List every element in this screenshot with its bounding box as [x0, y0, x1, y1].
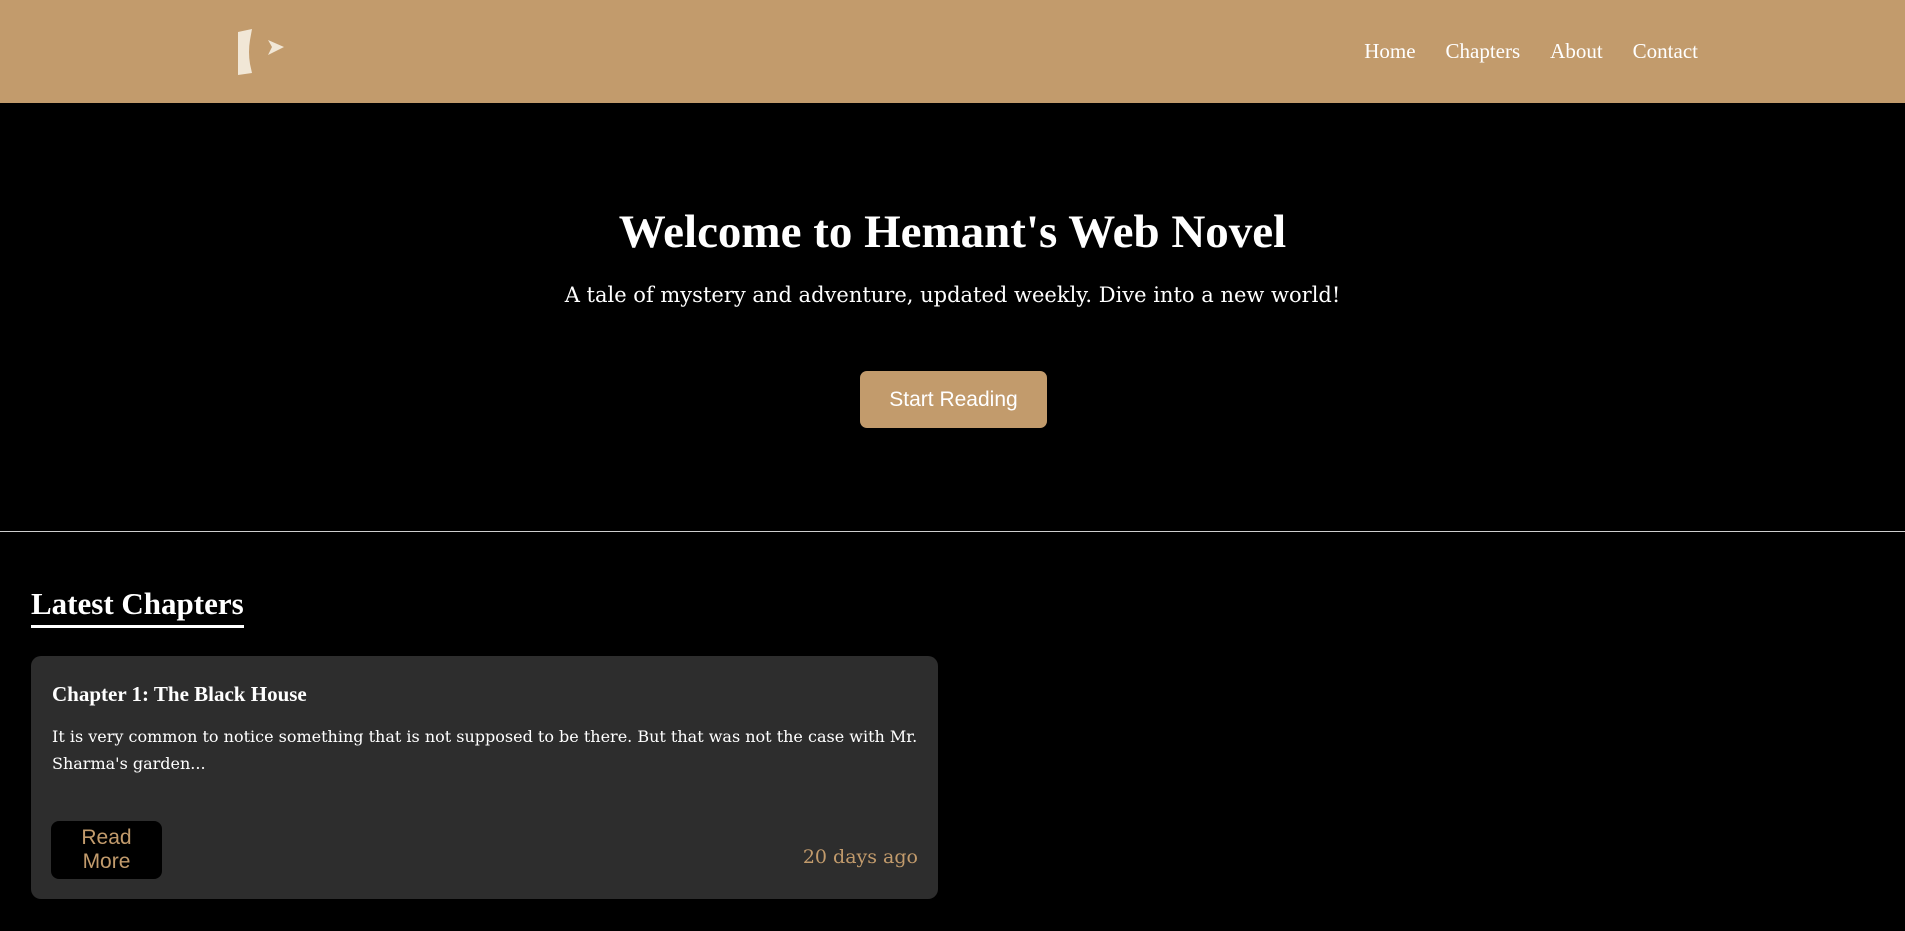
nav-link-home[interactable]: Home	[1364, 39, 1415, 64]
latest-chapters-heading: Latest Chapters	[31, 585, 244, 628]
nav-link-about[interactable]: About	[1550, 39, 1603, 64]
chapter-title: Chapter 1: The Black House	[52, 682, 307, 706]
top-navbar: Home Chapters About Contact	[0, 0, 1905, 103]
chapter-card: Chapter 1: The Black House It is very co…	[31, 656, 938, 899]
nav-link-chapters[interactable]: Chapters	[1446, 39, 1521, 64]
logo-icon[interactable]	[237, 29, 285, 75]
main-nav: Home Chapters About Contact	[1364, 0, 1698, 103]
start-reading-button[interactable]: Start Reading	[860, 371, 1047, 428]
hero-section: Welcome to Hemant's Web Novel A tale of …	[0, 103, 1905, 531]
hero-subtitle: A tale of mystery and adventure, updated…	[564, 283, 1341, 307]
section-divider	[0, 531, 1905, 532]
read-more-button[interactable]: Read More	[51, 821, 162, 879]
chapter-date: 20 days ago	[802, 846, 918, 868]
chapter-excerpt: It is very common to notice something th…	[52, 727, 918, 773]
nav-link-contact[interactable]: Contact	[1633, 39, 1698, 64]
hero-title: Welcome to Hemant's Web Novel	[618, 206, 1287, 258]
